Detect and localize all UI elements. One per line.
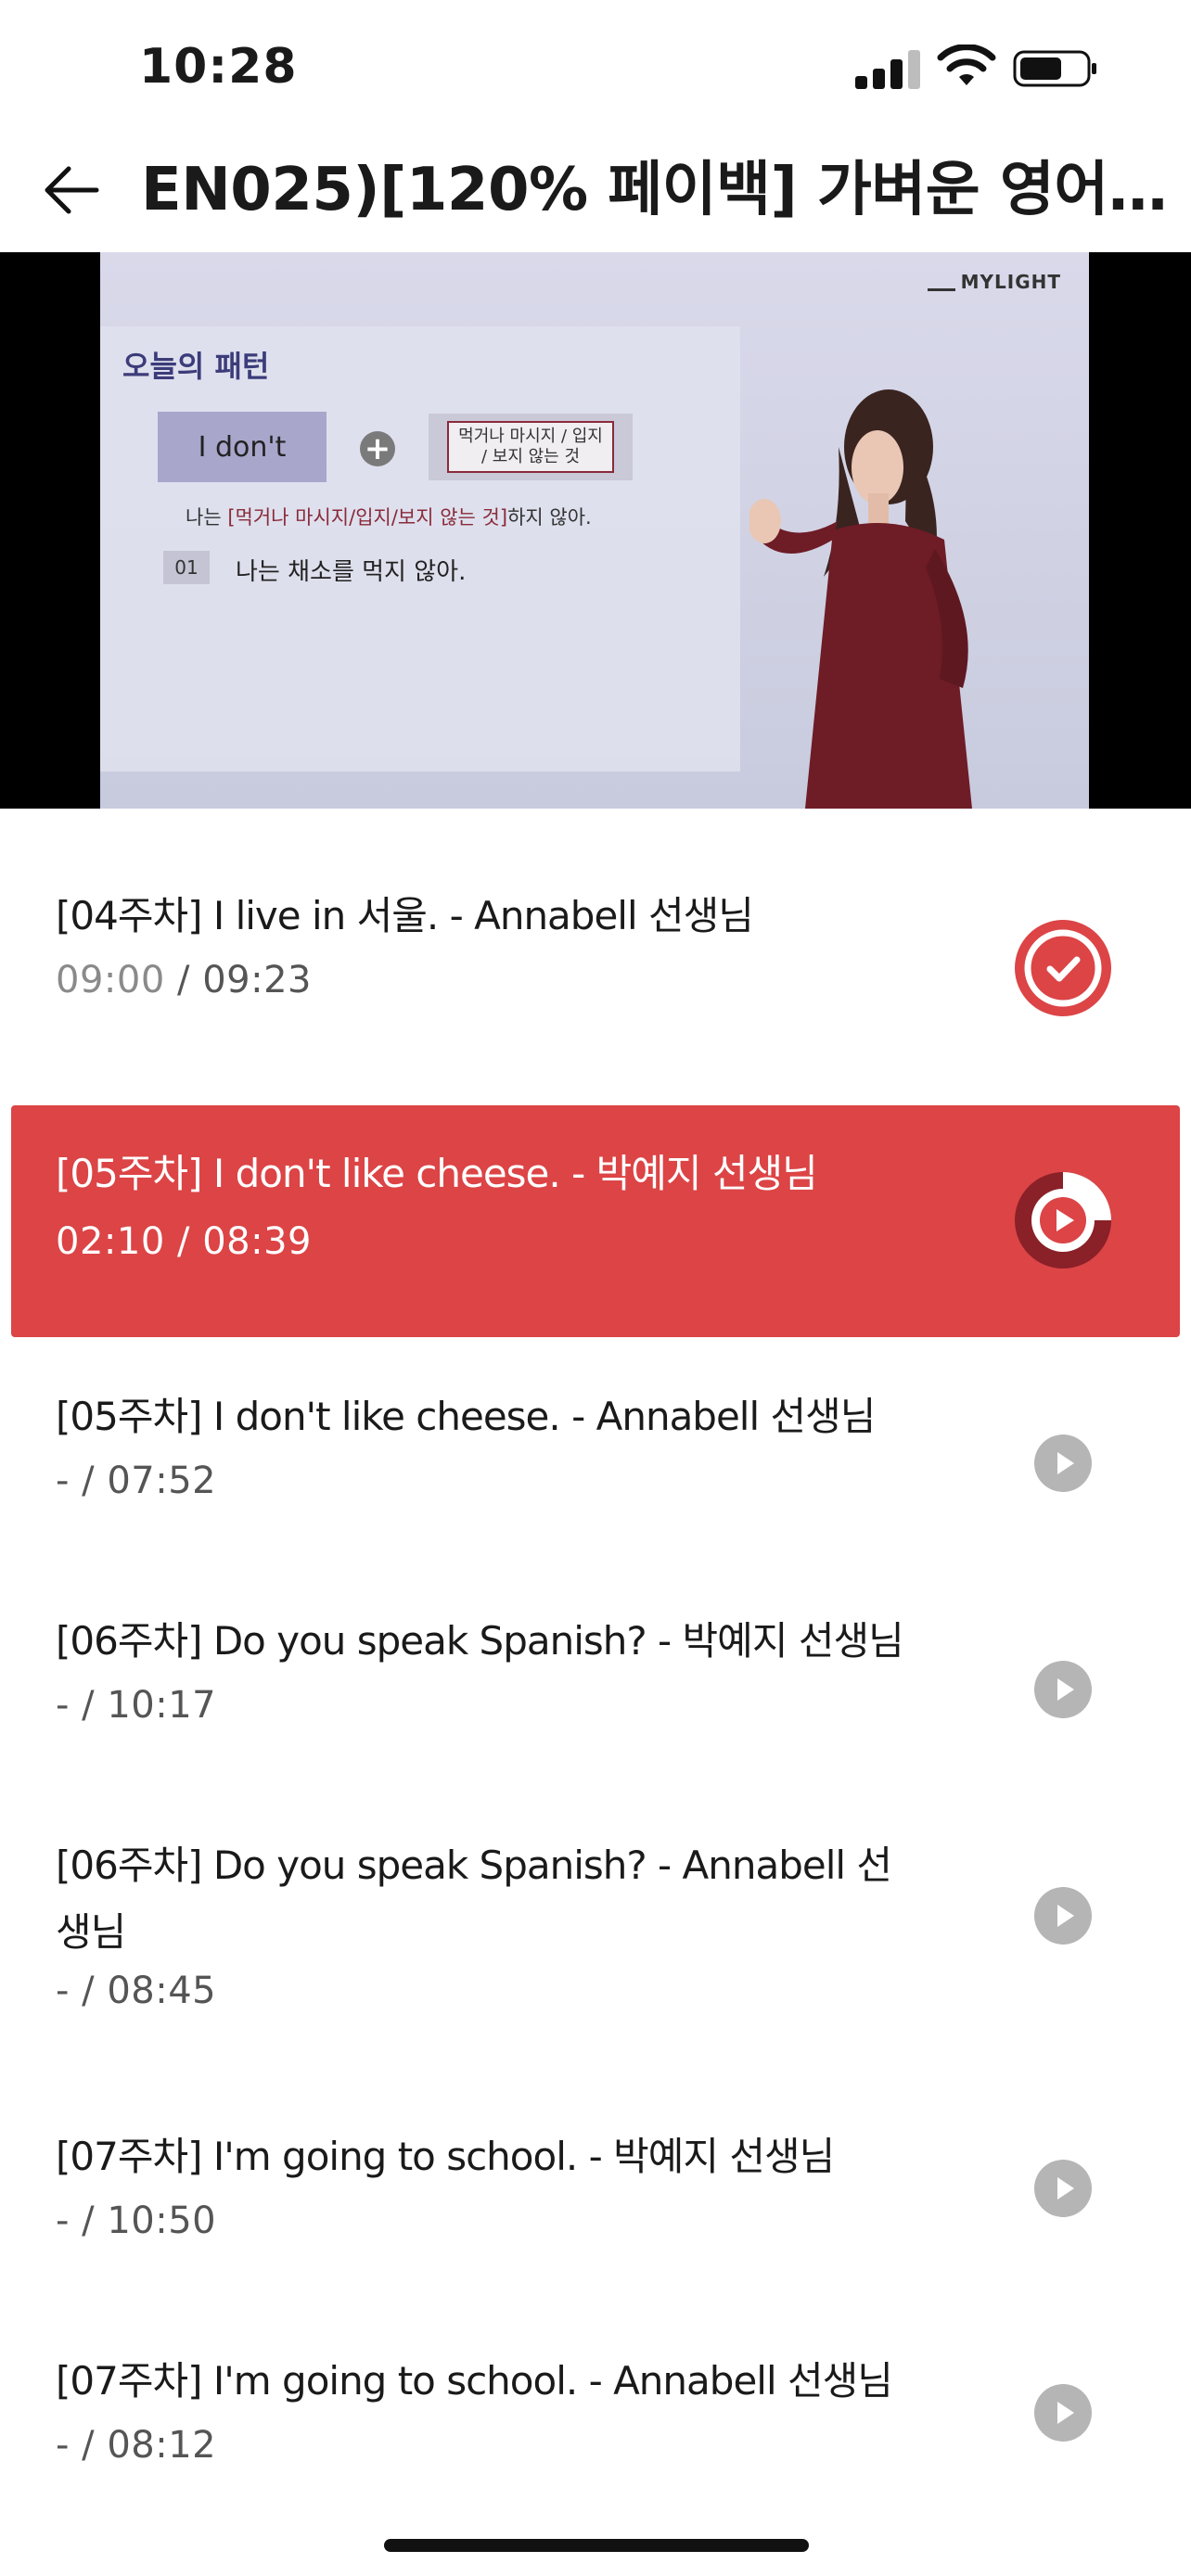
- battery-icon: [1013, 50, 1096, 87]
- lesson-item[interactable]: [06주차] Do you speak Spanish? - 박예지 선생님 -…: [11, 1563, 1180, 1788]
- lecture-slide: MYLIGHT 오늘의 패턴 I don't + 먹거나 마시지 / 입지 / 보…: [100, 252, 1089, 809]
- check-circle-icon: [1015, 920, 1111, 1016]
- lesson-title: [05주차] I don't like cheese. - Annabell 선…: [56, 1394, 876, 1439]
- lesson-title: [05주차] I don't like cheese. - 박예지 선생님: [56, 1151, 818, 1196]
- brand-logo: MYLIGHT: [927, 271, 1061, 293]
- play-circle-icon[interactable]: [1033, 1660, 1093, 1719]
- video-player[interactable]: MYLIGHT 오늘의 패턴 I don't + 먹거나 마시지 / 입지 / 보…: [0, 252, 1191, 809]
- lesson-title: [06주차] Do you speak Spanish? - 박예지 선생님: [56, 1618, 904, 1664]
- lesson-item[interactable]: [07주차] I'm going to school. - 박예지 선생님 - …: [11, 2077, 1180, 2303]
- home-indicator[interactable]: [384, 2539, 809, 2552]
- page-title: EN025)[120% 페이백] 가벼운 영어 학습 패키지 - 주제별 패턴 …: [141, 156, 1171, 224]
- lesson-title: [06주차] Do you speak Spanish? - Annabell …: [56, 1843, 892, 1955]
- status-bar: 10:28: [0, 0, 1191, 130]
- lesson-item[interactable]: [07주차] I'm going to school. - Annabell 선…: [11, 2303, 1180, 2526]
- back-arrow-icon[interactable]: [32, 150, 111, 230]
- presenter-figure: [749, 389, 972, 809]
- example-text: 나는 채소를 먹지 않아.: [236, 558, 467, 586]
- lesson-time: - / 08:12: [56, 2424, 217, 2467]
- play-circle-icon[interactable]: [1033, 2159, 1093, 2218]
- play-progress-icon[interactable]: [1013, 1170, 1113, 1270]
- lesson-item[interactable]: [06주차] Do you speak Spanish? - Annabell …: [11, 1788, 1180, 2077]
- lesson-title: [07주차] I'm going to school. - Annabell 선…: [56, 2358, 893, 2404]
- lesson-time: - / 10:50: [56, 2200, 217, 2242]
- slide-box-action: 먹거나 마시지 / 입지 / 보지 않는 것: [429, 414, 633, 480]
- lesson-item[interactable]: [05주차] I don't like cheese. - Annabell 선…: [11, 1337, 1180, 1563]
- example-number: 01: [163, 551, 210, 584]
- play-circle-icon[interactable]: [1033, 2383, 1093, 2442]
- slide-panel: [100, 326, 740, 772]
- lesson-time: - / 07:52: [56, 1460, 217, 1502]
- lesson-time: - / 08:45: [56, 1970, 217, 2012]
- lesson-time: 09:00 / 09:23: [56, 959, 312, 1001]
- lesson-item[interactable]: [04주차] I live in 서울. - Annabell 선생님 09:0…: [11, 816, 1180, 1039]
- status-time: 10:28: [139, 39, 298, 95]
- lesson-time: 02:10 / 08:39: [56, 1220, 312, 1263]
- top-app-bar: EN025)[120% 페이백] 가벼운 영어 학습 패키지 - 주제별 패턴 …: [0, 130, 1191, 252]
- wifi-icon: [937, 45, 996, 85]
- slide-box-main: I don't: [158, 412, 327, 482]
- play-circle-icon[interactable]: [1033, 1434, 1093, 1493]
- lesson-title: [04주차] I live in 서울. - Annabell 선생님: [56, 893, 754, 938]
- slide-sentence: 나는 [먹거나 마시지/입지/보지 않는 것]하지 않아.: [186, 506, 592, 529]
- cellular-signal-icon: [855, 48, 920, 89]
- lesson-title: [07주차] I'm going to school. - 박예지 선생님: [56, 2134, 835, 2179]
- slide-pattern-title: 오늘의 패턴: [122, 349, 270, 384]
- lesson-time: - / 10:17: [56, 1684, 217, 1727]
- play-circle-icon[interactable]: [1033, 1886, 1093, 1945]
- lesson-item-playing[interactable]: [05주차] I don't like cheese. - 박예지 선생님 02…: [11, 1105, 1180, 1337]
- plus-icon: +: [360, 431, 395, 466]
